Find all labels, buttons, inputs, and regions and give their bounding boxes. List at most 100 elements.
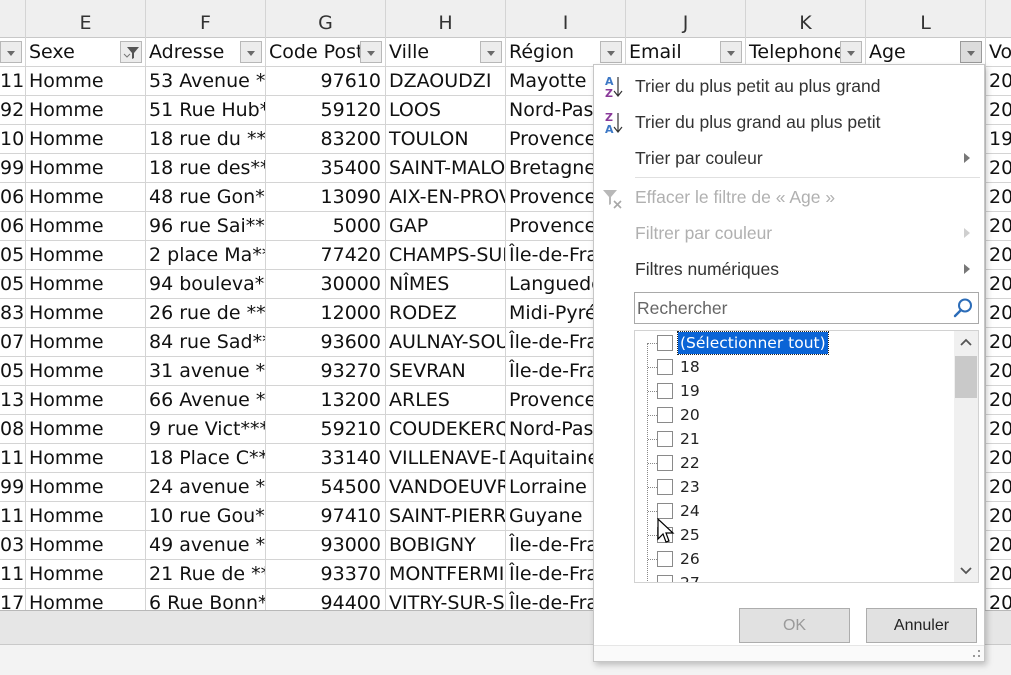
checkbox[interactable] xyxy=(657,407,673,423)
cell-partial-left[interactable]: 99 xyxy=(0,154,26,183)
cell-sexe[interactable]: Homme xyxy=(26,415,146,444)
cell-adresse[interactable]: 51 Rue Hub* xyxy=(146,96,266,125)
filter-value-item[interactable]: 26 xyxy=(635,547,945,571)
cell-ville[interactable]: RODEZ xyxy=(386,299,506,328)
cell-adresse[interactable]: 6 Rue Bonn* xyxy=(146,589,266,610)
cell-ville[interactable]: TOULON xyxy=(386,125,506,154)
cell-ville[interactable]: VITRY-SUR-SI xyxy=(386,589,506,610)
filter-dropdown-button[interactable] xyxy=(720,41,742,63)
cell-adresse[interactable]: 96 rue Sai*** xyxy=(146,212,266,241)
cell-partial-right[interactable]: 20 xyxy=(986,386,1011,415)
cell-code-postal[interactable]: 94400 xyxy=(266,589,386,610)
cell-partial-right[interactable]: 20 xyxy=(986,96,1011,125)
cell-partial-left[interactable]: 06 xyxy=(0,212,26,241)
cell-ville[interactable]: MONTFERMI xyxy=(386,560,506,589)
cell-code-postal[interactable]: 33140 xyxy=(266,444,386,473)
checkbox[interactable] xyxy=(657,335,673,351)
scroll-up-button[interactable] xyxy=(954,331,978,353)
cell-ville[interactable]: GAP xyxy=(386,212,506,241)
cell-adresse[interactable]: 49 avenue ** xyxy=(146,531,266,560)
cell-sexe[interactable]: Homme xyxy=(26,560,146,589)
cell-adresse[interactable]: 84 rue Sad** xyxy=(146,328,266,357)
cell-partial-right[interactable]: 20 xyxy=(986,502,1011,531)
cancel-button[interactable]: Annuler xyxy=(866,608,977,643)
filter-value-item[interactable]: 19 xyxy=(635,379,945,403)
cell-partial-left[interactable]: 08 xyxy=(0,415,26,444)
scroll-thumb[interactable] xyxy=(955,356,977,398)
cell-adresse[interactable]: 48 rue Gon** xyxy=(146,183,266,212)
cell-code-postal[interactable]: 12000 xyxy=(266,299,386,328)
cell-sexe[interactable]: Homme xyxy=(26,299,146,328)
cell-ville[interactable]: VANDOEUVR xyxy=(386,473,506,502)
cell-partial-right[interactable]: 20 xyxy=(986,473,1011,502)
resize-grip-icon[interactable] xyxy=(971,649,981,659)
cell-partial-left[interactable]: 10 xyxy=(0,125,26,154)
cell-partial-left[interactable]: 83 xyxy=(0,299,26,328)
filter-value-item[interactable]: 27 xyxy=(635,571,945,582)
ok-button[interactable]: OK xyxy=(739,608,850,643)
cell-code-postal[interactable]: 59120 xyxy=(266,96,386,125)
cell-code-postal[interactable]: 93370 xyxy=(266,560,386,589)
cell-partial-right[interactable]: 20 xyxy=(986,154,1011,183)
cell-partial-right[interactable]: 20 xyxy=(986,415,1011,444)
cell-partial-left[interactable]: 99 xyxy=(0,473,26,502)
cell-partial-right[interactable]: 19 xyxy=(986,125,1011,154)
cell-adresse[interactable]: 26 rue de ** xyxy=(146,299,266,328)
search-input[interactable] xyxy=(636,294,946,322)
cell-sexe[interactable]: Homme xyxy=(26,96,146,125)
cell-partial-left[interactable]: 03 xyxy=(0,531,26,560)
cell-adresse[interactable]: 9 rue Vict*** xyxy=(146,415,266,444)
list-scrollbar[interactable] xyxy=(954,331,978,582)
cell-partial-right[interactable]: 20 xyxy=(986,560,1011,589)
cell-code-postal[interactable]: 13090 xyxy=(266,183,386,212)
cell-adresse[interactable]: 21 Rue de ** xyxy=(146,560,266,589)
filter-value-item[interactable]: 20 xyxy=(635,403,945,427)
cell-code-postal[interactable]: 5000 xyxy=(266,212,386,241)
menu-number-filters[interactable]: Filtres numériques xyxy=(594,252,984,286)
cell-ville[interactable]: VILLENAVE-D xyxy=(386,444,506,473)
checkbox[interactable] xyxy=(657,359,673,375)
filter-value-item[interactable]: 23 xyxy=(635,475,945,499)
column-header-h[interactable]: H xyxy=(386,0,506,38)
cell-adresse[interactable]: 94 bouleva** xyxy=(146,270,266,299)
filter-dropdown-button[interactable] xyxy=(0,41,22,63)
scroll-down-button[interactable] xyxy=(954,560,978,582)
cell-partial-left[interactable]: 17 xyxy=(0,589,26,610)
cell-sexe[interactable]: Homme xyxy=(26,386,146,415)
filter-value-item[interactable]: 24 xyxy=(635,499,945,523)
cell-partial-left[interactable]: 05 xyxy=(0,241,26,270)
menu-sort-descending[interactable]: Z A Trier du plus grand au plus petit xyxy=(594,105,984,139)
cell-code-postal[interactable]: 30000 xyxy=(266,270,386,299)
cell-sexe[interactable]: Homme xyxy=(26,444,146,473)
cell-sexe[interactable]: Homme xyxy=(26,473,146,502)
filter-value-item[interactable]: 21 xyxy=(635,427,945,451)
checkbox[interactable] xyxy=(657,455,673,471)
filter-active-button[interactable] xyxy=(120,41,142,63)
cell-adresse[interactable]: 31 avenue ** xyxy=(146,357,266,386)
column-header-e[interactable]: E xyxy=(26,0,146,38)
cell-partial-right[interactable]: 20 xyxy=(986,299,1011,328)
column-header-k[interactable]: K xyxy=(746,0,866,38)
cell-adresse[interactable]: 2 place Ma** xyxy=(146,241,266,270)
cell-ville[interactable]: AULNAY-SOU xyxy=(386,328,506,357)
cell-partial-right[interactable]: 20 xyxy=(986,531,1011,560)
cell-adresse[interactable]: 10 rue Gou** xyxy=(146,502,266,531)
checkbox[interactable] xyxy=(657,383,673,399)
cell-sexe[interactable]: Homme xyxy=(26,125,146,154)
checkbox[interactable] xyxy=(657,575,673,582)
cell-partial-left[interactable]: 11 xyxy=(0,560,26,589)
cell-ville[interactable]: SAINT-PIERRI xyxy=(386,502,506,531)
cell-sexe[interactable]: Homme xyxy=(26,531,146,560)
cell-partial-left[interactable]: 06 xyxy=(0,183,26,212)
filter-value-item[interactable]: 18 xyxy=(635,355,945,379)
cell-ville[interactable]: DZAOUDZI xyxy=(386,67,506,96)
filter-dropdown-button[interactable] xyxy=(480,41,502,63)
column-header-g[interactable]: G xyxy=(266,0,386,38)
checkbox[interactable] xyxy=(657,479,673,495)
cell-ville[interactable]: COUDEKERQ xyxy=(386,415,506,444)
cell-code-postal[interactable]: 93600 xyxy=(266,328,386,357)
cell-ville[interactable]: NÎMES xyxy=(386,270,506,299)
cell-ville[interactable]: AIX-EN-PROV xyxy=(386,183,506,212)
column-header-f[interactable]: F xyxy=(146,0,266,38)
filter-dropdown-button[interactable] xyxy=(840,41,862,63)
